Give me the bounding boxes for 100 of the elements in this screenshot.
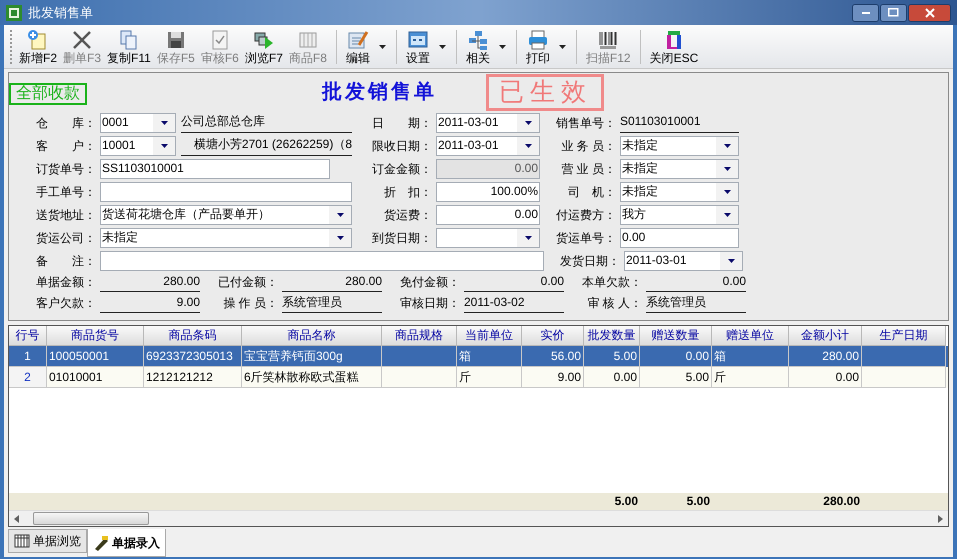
combo-box[interactable]: 未指定: [620, 159, 739, 179]
field-label: 业 务 员：: [560, 138, 617, 155]
column-header[interactable]: 当前单位: [457, 326, 522, 346]
window-icon: [406, 28, 429, 50]
column-header[interactable]: 商品名称: [242, 326, 382, 346]
input-field[interactable]: 100.00%: [436, 182, 540, 202]
dropdown-arrow-icon: [724, 167, 730, 171]
field-label: 审核日期：: [399, 295, 460, 312]
table-row[interactable]: 2 01010001 1212121212 6斤笑林散称欧式蛋糕 斤 9.00 0.00 5.00 斤 0.00: [9, 367, 948, 388]
toolbar-button[interactable]: 浏览F7: [242, 26, 286, 66]
field-label: 货运公司：: [35, 230, 97, 247]
close-icon: [924, 8, 934, 18]
field-label: 到货日期：: [371, 230, 433, 247]
horizontal-scrollbar[interactable]: [9, 510, 948, 526]
form-title: 批发销售单: [322, 80, 437, 105]
field-label: 备 注：: [35, 253, 97, 270]
field-label: 单据金额：: [35, 274, 96, 291]
input-field[interactable]: 0.00: [620, 228, 739, 248]
minimize-button[interactable]: [852, 4, 879, 22]
table-cell: 5.00: [640, 367, 712, 388]
combo-box[interactable]: 2011-03-01: [624, 251, 743, 271]
printer-icon: [526, 28, 549, 50]
hierarchy-icon: [466, 28, 489, 50]
row-number: 2: [9, 367, 47, 388]
column-header[interactable]: 金额小计: [789, 326, 862, 346]
column-header[interactable]: 商品条码: [144, 326, 242, 346]
caret-icon: [498, 44, 507, 50]
input-field[interactable]: SS1103010001: [100, 159, 330, 179]
column-header[interactable]: 实价: [522, 326, 584, 346]
combo-box[interactable]: 未指定: [100, 228, 352, 248]
value-text: 0.00: [646, 272, 746, 292]
toolbar-button[interactable]: 新增F2: [16, 26, 60, 66]
maximize-button[interactable]: [880, 4, 907, 22]
combo-box[interactable]: 2011-03-01: [436, 136, 540, 156]
input-field[interactable]: [100, 251, 544, 271]
tab[interactable]: 单据录入: [87, 529, 166, 557]
combo-box[interactable]: 未指定: [620, 136, 739, 156]
table-row[interactable]: 1 100050001 6923372305013 宝宝营养钙面300g 箱 56.00 5.00 0.00 箱 280.00: [9, 346, 948, 367]
toolbar-button[interactable]: 关闭ESC: [646, 26, 702, 66]
field-label: 订金金额：: [371, 161, 433, 178]
toolbar-button[interactable]: 设置: [402, 26, 450, 66]
toolbar-button[interactable]: 打印: [522, 26, 570, 66]
field-label: 货运费：: [383, 207, 433, 224]
field-label: 付运费方：: [555, 207, 617, 224]
field-label: 司 机：: [567, 184, 617, 201]
dropdown-arrow-icon: [160, 144, 168, 148]
dropdown-arrow-icon: [524, 236, 532, 240]
combo-box[interactable]: 未指定: [620, 182, 739, 202]
value-text: 9.00: [100, 293, 200, 313]
table-cell: 斤: [457, 367, 522, 388]
close-button[interactable]: [908, 4, 951, 22]
value-text: 公司总部总仓库: [181, 113, 352, 133]
column-header[interactable]: 行号: [9, 326, 47, 346]
toolbar-button[interactable]: 相关: [462, 26, 510, 66]
combo-box[interactable]: 2011-03-01: [436, 113, 540, 133]
pencil-icon: [93, 534, 109, 550]
combo-box[interactable]: 我方: [620, 205, 739, 225]
input-field[interactable]: 0.00: [436, 159, 540, 179]
column-header[interactable]: 商品规格: [382, 326, 457, 346]
tab[interactable]: 单据浏览: [8, 529, 87, 553]
toolbar-button[interactable]: 编辑: [342, 26, 390, 66]
payment-badge: 全部收款: [9, 83, 87, 105]
value-text: 280.00: [282, 272, 382, 292]
column-header[interactable]: 商品货号: [47, 326, 144, 346]
toolbar-button[interactable]: 复制F11: [104, 26, 154, 66]
dropdown-arrow-icon: [160, 121, 168, 125]
dropdown-arrow-icon: [724, 190, 730, 194]
field-label: 送货地址：: [35, 207, 97, 224]
input-field[interactable]: [100, 182, 352, 202]
value-text: 0.00: [464, 272, 564, 292]
field-label: 限收日期：: [371, 138, 433, 155]
grid-icon: [14, 533, 30, 549]
value-text: 280.00: [100, 272, 200, 292]
table-cell: 0.00: [584, 367, 640, 388]
table-cell: 1212121212: [144, 367, 242, 388]
value-text: 横塘小芳2701 (26262259)（8: [181, 136, 352, 156]
field-label: 发货日期：: [559, 253, 621, 270]
total-value: 5.00: [614, 493, 639, 510]
cross-icon: [71, 28, 94, 50]
minimize-icon: [862, 12, 870, 14]
column-header[interactable]: 生产日期: [862, 326, 946, 346]
status-stamp: 已生效: [486, 74, 604, 111]
column-header[interactable]: 批发数量: [584, 326, 640, 346]
field-label: 销售单号：: [555, 115, 617, 132]
field-label: 审 核 人：: [586, 295, 642, 312]
combo-box[interactable]: 货送荷花塘仓库（产品要单开）: [100, 205, 352, 225]
column-header[interactable]: 赠送单位: [712, 326, 789, 346]
field-label: 折 扣：: [383, 184, 433, 201]
value-text: 2011-03-02: [464, 293, 564, 313]
app-icon: [6, 4, 22, 20]
combo-box[interactable]: 10001: [100, 136, 176, 156]
scrollbar-thumb[interactable]: [33, 512, 149, 525]
input-field[interactable]: 0.00: [436, 205, 540, 225]
field-label: 营 业 员：: [560, 161, 617, 178]
column-header[interactable]: 赠送数量: [640, 326, 712, 346]
combo-box[interactable]: 0001: [100, 113, 176, 133]
field-label: 免付金额：: [399, 274, 460, 291]
combo-box[interactable]: [436, 228, 540, 248]
value-text: 系统管理员: [646, 293, 746, 313]
field-label: 本单欠款：: [581, 274, 642, 291]
